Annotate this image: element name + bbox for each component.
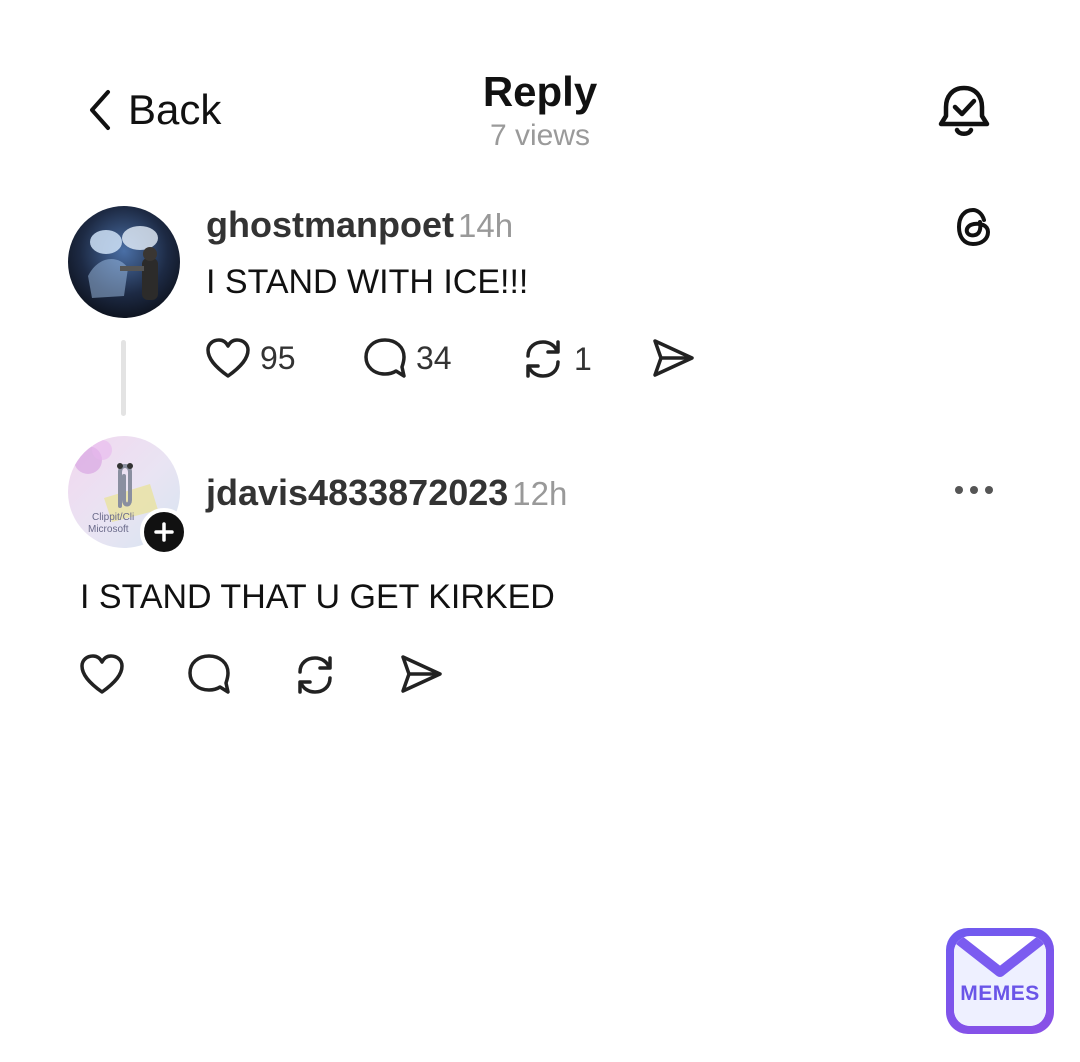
- comment-icon: [186, 652, 232, 696]
- reply-button[interactable]: [186, 652, 232, 696]
- username[interactable]: jdavis4833872023: [206, 472, 508, 513]
- avatar-text: Clippit/Cli: [92, 512, 134, 523]
- avatar[interactable]: [68, 206, 180, 318]
- envelope-icon: [954, 936, 1046, 1026]
- post-text: I STAND WITH ICE!!!: [206, 263, 529, 301]
- memes-watermark-logo: MEMES: [946, 928, 1054, 1034]
- share-button[interactable]: [398, 652, 444, 696]
- bell-check-icon: [936, 82, 992, 140]
- page-title: Reply: [482, 68, 598, 115]
- post-header: ghostmanpoet 14h: [206, 204, 513, 246]
- more-options-button[interactable]: [952, 480, 996, 500]
- plus-icon: [153, 521, 175, 543]
- send-icon: [398, 652, 444, 696]
- heart-icon: [204, 336, 252, 380]
- header-title-block: Reply 7 views: [0, 68, 1080, 156]
- post-header: jdavis4833872023 12h: [206, 472, 567, 514]
- reply-count: 34: [416, 339, 452, 376]
- reply-button[interactable]: 34: [362, 336, 452, 380]
- comment-icon: [362, 336, 408, 380]
- threads-logo-button[interactable]: [952, 204, 996, 250]
- avatar-text: Microsoft: [88, 524, 129, 535]
- ellipsis-icon: [952, 480, 996, 500]
- timestamp: 14h: [458, 207, 514, 244]
- repost-icon: [292, 652, 338, 698]
- view-count: 7 views: [489, 119, 591, 152]
- thread-connector-line: [121, 340, 126, 416]
- timestamp: 12h: [512, 475, 568, 512]
- repost-icon: [520, 336, 566, 382]
- like-count: 95: [260, 339, 296, 376]
- share-button[interactable]: [650, 336, 696, 380]
- notification-bell-button[interactable]: [936, 82, 992, 140]
- post-text: I STAND THAT U GET KIRKED: [80, 578, 555, 616]
- repost-count: 1: [574, 340, 592, 377]
- username[interactable]: ghostmanpoet: [206, 204, 454, 245]
- memes-logo-card: MEMES: [954, 936, 1046, 1026]
- heart-icon: [78, 652, 126, 696]
- send-icon: [650, 336, 696, 380]
- like-button[interactable]: 95: [204, 336, 296, 380]
- repost-button[interactable]: 1: [520, 336, 592, 382]
- repost-button[interactable]: [292, 652, 338, 698]
- follow-button[interactable]: [140, 508, 188, 556]
- like-button[interactable]: [78, 652, 126, 696]
- threads-icon: [952, 204, 996, 250]
- memes-logo-text: MEMES: [960, 982, 1040, 1005]
